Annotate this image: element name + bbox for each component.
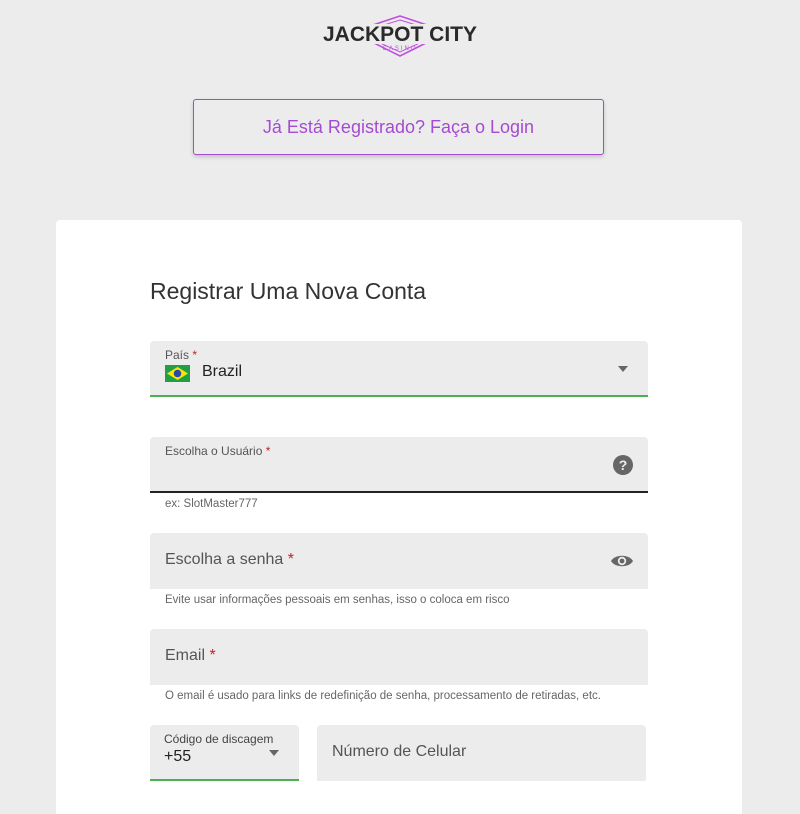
email-helper: O email é usado para links de redefiniçã…: [165, 690, 601, 702]
brazil-flag-icon: [165, 365, 190, 382]
phone-placeholder: Número de Celular: [332, 743, 467, 760]
registration-card: Registrar Uma Nova Conta País * Brazil E…: [56, 220, 742, 814]
login-button-label: Já Está Registrado? Faça o Login: [262, 116, 535, 137]
dial-code-value: +55: [164, 748, 192, 765]
country-value: Brazil: [202, 363, 243, 380]
svg-text:?: ?: [619, 457, 628, 473]
dial-code-select[interactable]: Código de discagem +55: [150, 725, 299, 781]
country-label: País *: [165, 348, 198, 362]
email-input[interactable]: Email *: [150, 629, 648, 685]
login-button[interactable]: Já Está Registrado? Faça o Login: [193, 99, 604, 155]
dial-code-label: Código de discagem: [164, 732, 274, 746]
password-input[interactable]: Escolha a senha *: [150, 533, 648, 589]
registration-page: JACKPOT CITY CASINO Já Está Registrado? …: [0, 0, 800, 814]
jackpot-city-logo[interactable]: JACKPOT CITY CASINO: [318, 14, 482, 60]
email-label: Email *: [165, 647, 216, 664]
password-helper: Evite usar informações pessoais em senha…: [165, 594, 510, 606]
country-select[interactable]: País * Brazil: [150, 341, 648, 397]
form-title: Registrar Uma Nova Conta: [150, 278, 427, 304]
logo-subtext: CASINO: [382, 46, 417, 52]
username-label: Escolha o Usuário *: [165, 444, 271, 458]
username-input[interactable]: Escolha o Usuário * ?: [150, 437, 648, 493]
phone-number-input[interactable]: Número de Celular: [317, 725, 646, 781]
help-circle-icon[interactable]: ?: [612, 454, 634, 476]
password-label: Escolha a senha *: [165, 551, 294, 568]
logo-graphic: JACKPOT CITY CASINO: [320, 15, 480, 57]
chevron-down-icon: [269, 750, 279, 756]
eye-icon[interactable]: [610, 550, 634, 572]
chevron-down-icon: [618, 366, 628, 372]
logo-text: JACKPOT CITY: [323, 23, 477, 46]
username-helper: ex: SlotMaster777: [165, 498, 258, 510]
